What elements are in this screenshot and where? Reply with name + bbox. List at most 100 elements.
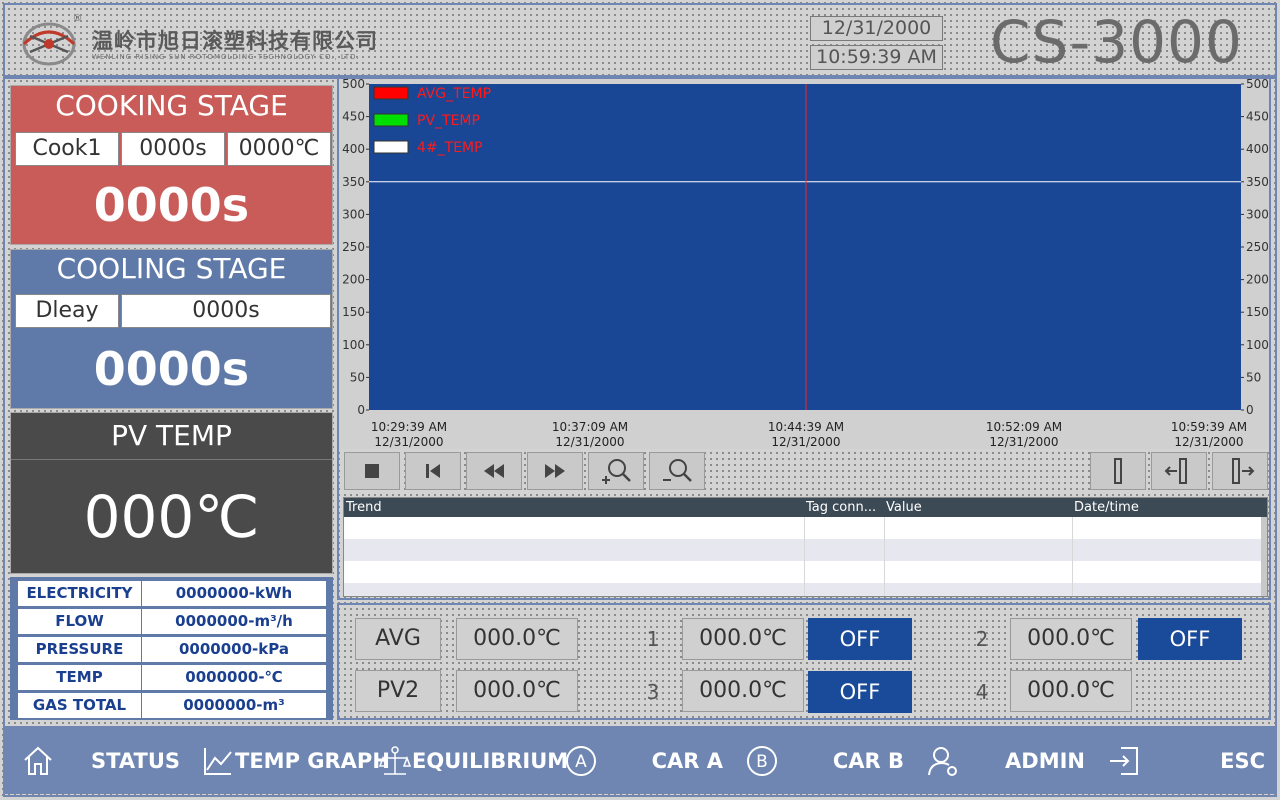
nav-status-button[interactable]: STATUS bbox=[10, 736, 186, 786]
channel-4-value: 000.0℃ bbox=[1010, 670, 1132, 712]
flow-value: 0000000-m³/h bbox=[142, 609, 326, 634]
y-tick-label: 350 bbox=[342, 175, 365, 189]
cooking-step-field[interactable]: Cook1 bbox=[15, 132, 119, 166]
col-value[interactable]: Value bbox=[886, 500, 922, 515]
cooking-stage-title: COOKING STAGE bbox=[55, 89, 288, 122]
graph-icon bbox=[201, 743, 235, 779]
nav-equilibrium-button[interactable]: EQUILIBRIUM bbox=[372, 736, 568, 786]
ruler-button[interactable] bbox=[1090, 452, 1146, 490]
ruler-right-icon bbox=[1232, 458, 1255, 484]
circle-b-icon: B bbox=[744, 743, 780, 779]
cooking-step-temp-field[interactable]: 0000℃ bbox=[227, 132, 331, 166]
cooling-stage-panel: COOLING STAGE Dleay 0000s 0000s bbox=[10, 249, 333, 409]
x-tick-time: 10:59:39 AM bbox=[1171, 420, 1247, 434]
ruler-right-button[interactable] bbox=[1212, 452, 1268, 490]
y-tick-label: 50 bbox=[350, 370, 365, 384]
table-row[interactable] bbox=[344, 517, 1267, 539]
trend-value-table[interactable]: Trend Tag conn... Value Date/time bbox=[343, 497, 1268, 597]
legend-label: 4#_TEMP bbox=[417, 140, 483, 156]
table-row[interactable] bbox=[344, 583, 1267, 596]
nav-admin-button[interactable]: ADMIN bbox=[915, 736, 1091, 786]
cooling-step-field[interactable]: Dleay bbox=[15, 294, 119, 328]
exit-icon bbox=[1106, 743, 1142, 779]
cooling-stage-title: COOLING STAGE bbox=[56, 252, 287, 285]
y-tick-label: 100 bbox=[342, 338, 365, 352]
x-tick-date: 12/31/2000 bbox=[555, 435, 624, 449]
cooking-stage-panel: COOKING STAGE Cook1 0000s 0000℃ 0000s bbox=[10, 85, 333, 245]
pv2-label: PV2 bbox=[355, 670, 441, 712]
x-tick-date: 12/31/2000 bbox=[374, 435, 443, 449]
equilibrium-icon bbox=[378, 743, 412, 779]
first-button[interactable] bbox=[405, 452, 461, 490]
x-tick-time: 10:44:39 AM bbox=[768, 420, 844, 434]
nav-temp-graph-button[interactable]: TEMP GRAPH bbox=[191, 736, 390, 786]
channel-2-number: 2 bbox=[975, 627, 989, 651]
nav-esc-button[interactable]: ESC bbox=[1096, 736, 1271, 786]
nav-admin-label: ADMIN bbox=[1005, 749, 1085, 773]
table-scrollbar[interactable] bbox=[1261, 517, 1267, 596]
rewind-button[interactable] bbox=[466, 452, 522, 490]
column-divider bbox=[804, 517, 805, 596]
channel-1-value: 000.0℃ bbox=[682, 618, 804, 660]
channel-2-value: 000.0℃ bbox=[1010, 618, 1132, 660]
pv2-value: 000.0℃ bbox=[456, 670, 578, 712]
nav-car-a-button[interactable]: A CAR A bbox=[553, 736, 729, 786]
y-tick-label: 0 bbox=[357, 403, 365, 417]
ruler-icon bbox=[1114, 458, 1122, 484]
nav-car-b-button[interactable]: B CAR B bbox=[734, 736, 910, 786]
y-tick-label-right: 200 bbox=[1246, 273, 1269, 287]
col-tag-connection[interactable]: Tag conn... bbox=[806, 500, 876, 515]
circle-a-icon: A bbox=[563, 743, 599, 779]
pv-temp-value: 000℃ bbox=[83, 483, 260, 551]
company-name-en: WENLING RISING SUN ROTOMOLDING TECHNOLOG… bbox=[92, 53, 360, 61]
y-tick-label-right: 250 bbox=[1246, 240, 1269, 254]
rewind-icon bbox=[484, 464, 504, 478]
cooling-elapsed-time: 0000s bbox=[93, 342, 250, 396]
channel-1-toggle-button[interactable]: OFF bbox=[808, 618, 912, 660]
legend-label: AVG_TEMP bbox=[417, 86, 491, 102]
flow-label: FLOW bbox=[18, 609, 141, 634]
nav-equilibrium-label: EQUILIBRIUM bbox=[412, 749, 569, 773]
y-tick-label: 450 bbox=[342, 110, 365, 124]
column-divider bbox=[1072, 517, 1073, 596]
table-row[interactable] bbox=[344, 561, 1267, 583]
nav-temp-graph-label: TEMP GRAPH bbox=[235, 749, 390, 773]
col-trend[interactable]: Trend bbox=[346, 500, 382, 515]
channel-2-toggle-button[interactable]: OFF bbox=[1138, 618, 1242, 660]
zoom-in-button[interactable] bbox=[588, 452, 644, 490]
plot-area[interactable] bbox=[369, 84, 1241, 410]
nav-esc-label: ESC bbox=[1220, 749, 1265, 773]
zoom-out-button[interactable] bbox=[649, 452, 705, 490]
cooking-elapsed-time: 0000s bbox=[93, 178, 250, 232]
x-tick-date: 12/31/2000 bbox=[1174, 435, 1243, 449]
table-row[interactable] bbox=[344, 539, 1267, 561]
zoom-out-icon bbox=[663, 459, 692, 482]
col-datetime[interactable]: Date/time bbox=[1074, 500, 1139, 515]
y-tick-label: 300 bbox=[342, 207, 365, 221]
pv-temp-panel: PV TEMP 000℃ bbox=[10, 412, 333, 574]
electricity-label: ELECTRICITY bbox=[18, 581, 141, 606]
forward-button[interactable] bbox=[527, 452, 583, 490]
electricity-value: 0000000-kWh bbox=[142, 581, 326, 606]
ruler-left-icon bbox=[1164, 458, 1187, 484]
channel-3-toggle-button[interactable]: OFF bbox=[808, 671, 912, 713]
y-tick-label: 250 bbox=[342, 240, 365, 254]
cooking-step-time-field[interactable]: 0000s bbox=[121, 132, 225, 166]
user-icon bbox=[925, 743, 961, 779]
x-tick-time: 10:52:09 AM bbox=[986, 420, 1062, 434]
circle-b-glyph: B bbox=[756, 752, 768, 772]
ruler-left-button[interactable] bbox=[1151, 452, 1207, 490]
zoom-in-icon bbox=[602, 459, 631, 484]
y-tick-label: 500 bbox=[342, 79, 365, 91]
forward-icon bbox=[545, 464, 565, 478]
temp-value: 0000000-℃ bbox=[142, 665, 326, 690]
stop-button[interactable] bbox=[344, 452, 400, 490]
cooling-step-time-field[interactable]: 0000s bbox=[121, 294, 331, 328]
y-tick-label: 150 bbox=[342, 305, 365, 319]
y-tick-label-right: 400 bbox=[1246, 142, 1269, 156]
y-tick-label-right: 0 bbox=[1246, 403, 1254, 417]
first-icon bbox=[426, 464, 440, 478]
trend-chart[interactable]: 500450400350300250200150100500 500450400… bbox=[339, 79, 1269, 449]
gas-total-label: GAS TOTAL bbox=[18, 693, 141, 718]
y-tick-label-right: 500 bbox=[1246, 79, 1269, 91]
